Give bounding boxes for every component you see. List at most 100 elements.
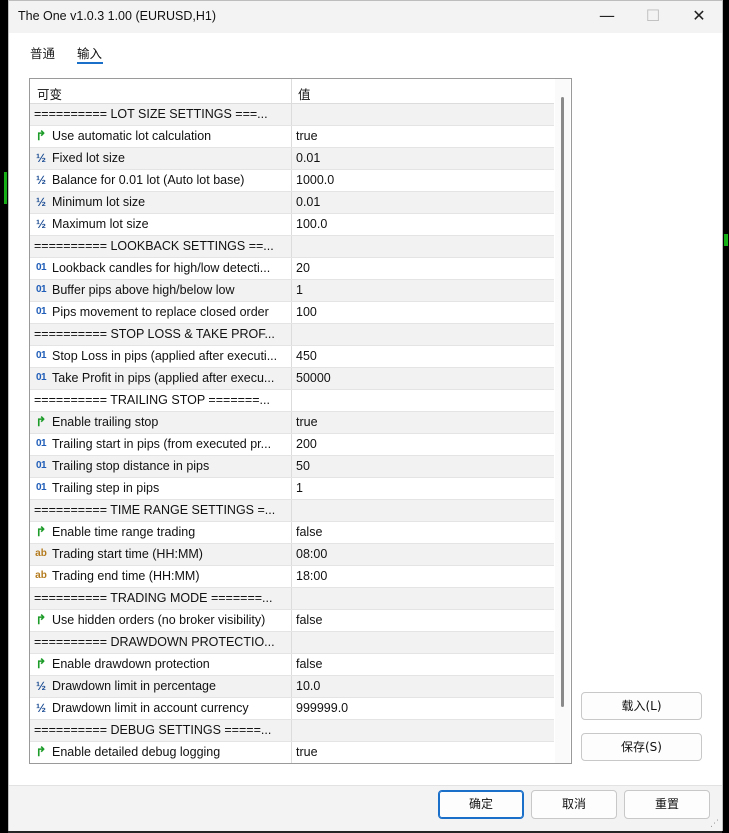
param-row[interactable]: 01 Trailing step in pips 1 (30, 478, 554, 500)
param-name-cell[interactable]: 01 Take Profit in pips (applied after exe… (30, 368, 292, 389)
ok-button[interactable]: 确定 (438, 790, 524, 819)
param-name-cell[interactable]: ab Trading start time (HH:MM) (30, 544, 292, 565)
param-value-cell[interactable]: false (292, 654, 554, 675)
param-name-cell[interactable]: 01 Trailing start in pips (from executed … (30, 434, 292, 455)
title-bar[interactable]: The One v1.0.3 1.00 (EURUSD,H1) — ☐ ✕ (9, 1, 722, 33)
section-row[interactable]: ========== LOOKBACK SETTINGS ==... (30, 236, 554, 258)
param-name-cell[interactable]: ========== TIME RANGE SETTINGS =... (30, 500, 292, 521)
param-name-cell[interactable]: 01 Pips movement to replace closed order (30, 302, 292, 323)
param-row[interactable]: ↱ Use automatic lot calculation true (30, 126, 554, 148)
param-row[interactable]: ↱ Enable detailed debug logging true (30, 742, 554, 763)
param-value-cell[interactable]: true (292, 412, 554, 433)
param-value-cell[interactable]: true (292, 742, 554, 763)
param-name-cell[interactable]: ½ Maximum lot size (30, 214, 292, 235)
param-row[interactable]: 01 Pips movement to replace closed order 1… (30, 302, 554, 324)
param-value-cell[interactable]: 1 (292, 280, 554, 301)
half-type-icon: ½ (35, 151, 46, 165)
param-value-cell[interactable]: 08:00 (292, 544, 554, 565)
param-name-cell[interactable]: ab Trading end time (HH:MM) (30, 566, 292, 587)
minimize-button[interactable]: — (584, 1, 630, 33)
param-row[interactable]: ab Trading end time (HH:MM) 18:00 (30, 566, 554, 588)
param-value-cell[interactable]: 999999.0 (292, 698, 554, 719)
param-name-cell[interactable]: ========== TRAILING STOP =======... (30, 390, 292, 411)
param-value-cell (292, 104, 554, 125)
param-name-cell[interactable]: ½ Fixed lot size (30, 148, 292, 169)
param-value-cell[interactable]: 1 (292, 478, 554, 499)
param-name-cell[interactable]: ½ Drawdown limit in account currency (30, 698, 292, 719)
param-name-cell[interactable]: ↱ Enable drawdown protection (30, 654, 292, 675)
param-value-cell[interactable]: 0.01 (292, 192, 554, 213)
header-value-cell[interactable]: 值 (292, 79, 554, 103)
reset-button[interactable]: 重置 (624, 790, 710, 819)
param-name-cell[interactable]: 01 Lookback candles for high/low detecti.… (30, 258, 292, 279)
param-row[interactable]: 01 Take Profit in pips (applied after exe… (30, 368, 554, 390)
param-row[interactable]: 01 Trailing stop distance in pips 50 (30, 456, 554, 478)
param-row[interactable]: 01 Stop Loss in pips (applied after execu… (30, 346, 554, 368)
param-name-cell[interactable]: ========== DRAWDOWN PROTECTIO... (30, 632, 292, 653)
param-name-cell[interactable]: ========== LOOKBACK SETTINGS ==... (30, 236, 292, 257)
param-value-cell[interactable]: 1000.0 (292, 170, 554, 191)
header-variable-cell[interactable]: 可变 (30, 79, 292, 103)
param-row[interactable]: ↱ Enable drawdown protection false (30, 654, 554, 676)
param-name: Balance for 0.01 lot (Auto lot base) (52, 173, 245, 187)
param-name-cell[interactable]: 01 Stop Loss in pips (applied after execu… (30, 346, 292, 367)
param-name-cell[interactable]: ↱ Use hidden orders (no broker visibility… (30, 610, 292, 631)
cancel-button[interactable]: 取消 (531, 790, 617, 819)
param-row[interactable]: ½ Drawdown limit in account currency 99999… (30, 698, 554, 720)
param-name-cell[interactable]: 01 Trailing step in pips (30, 478, 292, 499)
param-value-cell[interactable]: 20 (292, 258, 554, 279)
save-button[interactable]: 保存(S) (581, 733, 702, 761)
param-value-cell[interactable]: 0.01 (292, 148, 554, 169)
param-row[interactable]: ↱ Enable time range trading false (30, 522, 554, 544)
section-row[interactable]: ========== TRAILING STOP =======... (30, 390, 554, 412)
tab-common[interactable]: 普通 (30, 43, 55, 62)
param-value-cell[interactable]: 100 (292, 302, 554, 323)
param-name-cell[interactable]: ↱ Use automatic lot calculation (30, 126, 292, 147)
param-value-cell[interactable]: 200 (292, 434, 554, 455)
param-row[interactable]: ½ Fixed lot size 0.01 (30, 148, 554, 170)
param-row[interactable]: 01 Lookback candles for high/low detecti.… (30, 258, 554, 280)
load-button[interactable]: 载入(L) (581, 692, 702, 720)
param-name-cell[interactable]: ½ Balance for 0.01 lot (Auto lot base) (30, 170, 292, 191)
param-name-cell[interactable]: 01 Buffer pips above high/below low (30, 280, 292, 301)
param-row[interactable]: ab Trading start time (HH:MM) 08:00 (30, 544, 554, 566)
param-value-cell[interactable]: 50000 (292, 368, 554, 389)
param-value-cell[interactable]: 18:00 (292, 566, 554, 587)
param-row[interactable]: ↱ Use hidden orders (no broker visibility… (30, 610, 554, 632)
param-value-cell[interactable]: 10.0 (292, 676, 554, 697)
param-name-cell[interactable]: ↱ Enable detailed debug logging (30, 742, 292, 763)
tab-inputs[interactable]: 输入 (77, 43, 102, 62)
param-value-cell[interactable]: 50 (292, 456, 554, 477)
param-row[interactable]: 01 Buffer pips above high/below low 1 (30, 280, 554, 302)
section-row[interactable]: ========== DRAWDOWN PROTECTIO... (30, 632, 554, 654)
param-row[interactable]: ½ Balance for 0.01 lot (Auto lot base) 100… (30, 170, 554, 192)
section-row[interactable]: ========== STOP LOSS & TAKE PROF... (30, 324, 554, 346)
param-name-cell[interactable]: ========== TRADING MODE =======... (30, 588, 292, 609)
param-name-cell[interactable]: ½ Drawdown limit in percentage (30, 676, 292, 697)
param-row[interactable]: ½ Maximum lot size 100.0 (30, 214, 554, 236)
close-button[interactable]: ✕ (676, 1, 722, 33)
param-value-cell[interactable]: true (292, 126, 554, 147)
scrollbar-thumb[interactable] (561, 97, 564, 707)
param-name-cell[interactable]: ========== LOT SIZE SETTINGS ===... (30, 104, 292, 125)
param-name-cell[interactable]: ↱ Enable trailing stop (30, 412, 292, 433)
param-name-cell[interactable]: ½ Minimum lot size (30, 192, 292, 213)
section-row[interactable]: ========== TIME RANGE SETTINGS =... (30, 500, 554, 522)
section-row[interactable]: ========== LOT SIZE SETTINGS ===... (30, 104, 554, 126)
param-name-cell[interactable]: ↱ Enable time range trading (30, 522, 292, 543)
param-value-cell[interactable]: 100.0 (292, 214, 554, 235)
param-row[interactable]: ½ Drawdown limit in percentage 10.0 (30, 676, 554, 698)
param-row[interactable]: ½ Minimum lot size 0.01 (30, 192, 554, 214)
param-value-cell[interactable]: 450 (292, 346, 554, 367)
param-row[interactable]: 01 Trailing start in pips (from executed … (30, 434, 554, 456)
section-row[interactable]: ========== TRADING MODE =======... (30, 588, 554, 610)
param-value-cell[interactable]: false (292, 610, 554, 631)
resize-grip-icon[interactable]: ⋰ (710, 819, 720, 829)
param-value-cell[interactable]: false (292, 522, 554, 543)
param-row[interactable]: ↱ Enable trailing stop true (30, 412, 554, 434)
param-name-cell[interactable]: 01 Trailing stop distance in pips (30, 456, 292, 477)
section-row[interactable]: ========== DEBUG SETTINGS =====... (30, 720, 554, 742)
param-name-cell[interactable]: ========== STOP LOSS & TAKE PROF... (30, 324, 292, 345)
vertical-scrollbar[interactable] (555, 79, 570, 763)
param-name-cell[interactable]: ========== DEBUG SETTINGS =====... (30, 720, 292, 741)
